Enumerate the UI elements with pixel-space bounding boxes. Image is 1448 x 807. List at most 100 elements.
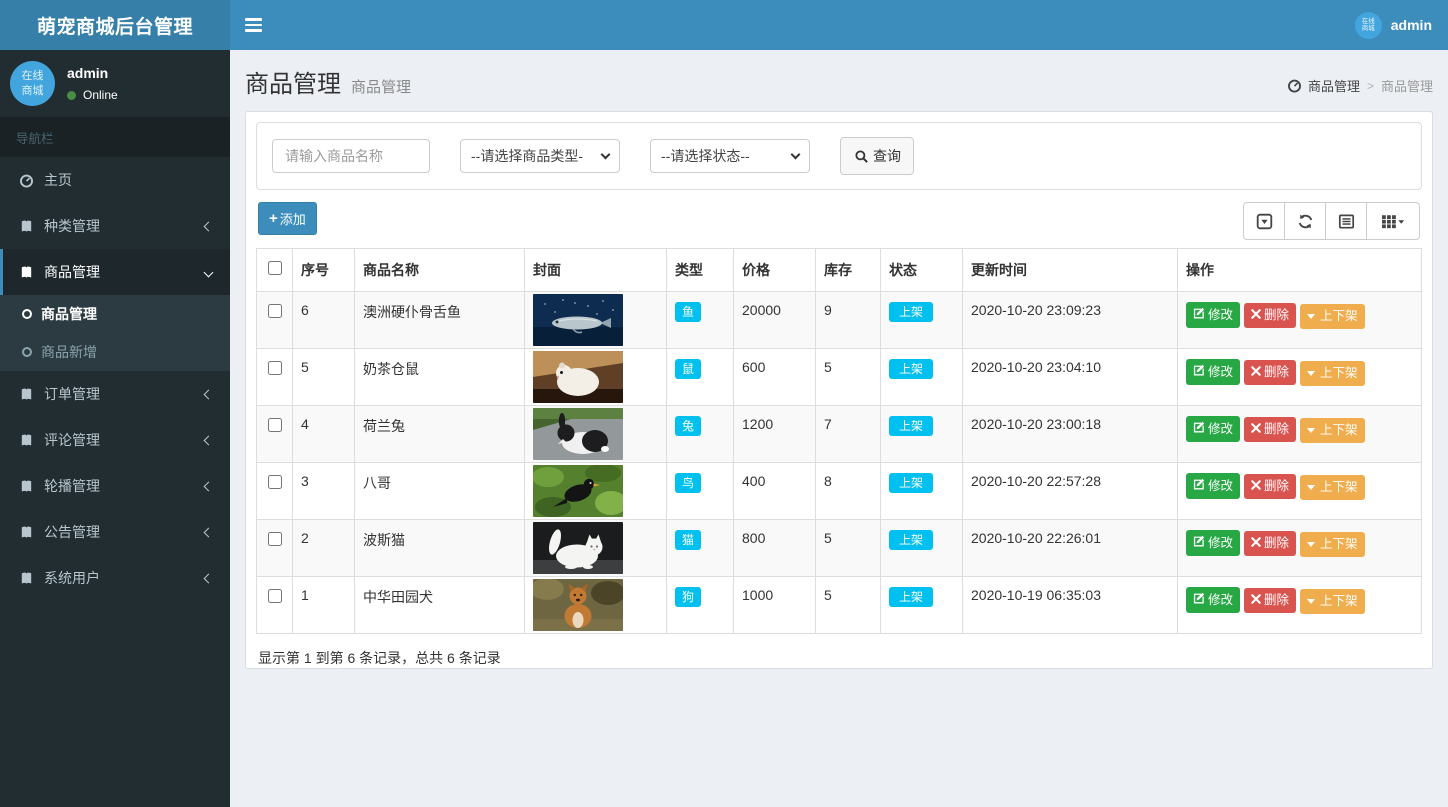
add-button[interactable]: + 添加: [258, 202, 317, 235]
sidebar-item[interactable]: 公告管理: [0, 509, 230, 555]
sidebar-item[interactable]: 轮播管理: [0, 463, 230, 509]
sidebar-item[interactable]: 主页: [0, 157, 230, 203]
product-type-select[interactable]: --请选择商品类型-: [460, 139, 620, 173]
price-cell: 600: [733, 348, 816, 406]
row-checkbox[interactable]: [267, 475, 282, 489]
table-row: 3 八哥鸟 400 8 上架 2020-10-20 22:57:28 修改 删除 上下架: [256, 462, 1422, 520]
sidebar-item-label: 种类管理: [44, 218, 100, 234]
toggle-shelf-button[interactable]: 上下架: [1300, 589, 1365, 614]
stock-cell: 9: [815, 291, 881, 349]
sidebar-subitem[interactable]: 商品新增: [0, 333, 230, 371]
edit-button[interactable]: 修改: [1186, 416, 1241, 442]
type-badge: 鸟: [675, 473, 702, 494]
avatar: 在线 商城: [1354, 11, 1382, 39]
cover-arowana-fish-image: [533, 294, 658, 346]
edit-button[interactable]: 修改: [1186, 302, 1241, 328]
main-content: 商品管理 商品管理 商品管理 > 商品管理 --请选择商品类型-: [230, 50, 1448, 807]
row-checkbox[interactable]: [267, 304, 282, 318]
delete-button[interactable]: 删除: [1244, 588, 1297, 613]
price-cell: 20000: [733, 291, 816, 349]
edit-icon: [1193, 592, 1205, 608]
row-checkbox[interactable]: [267, 532, 282, 546]
toggle-shelf-button[interactable]: 上下架: [1300, 361, 1365, 386]
updated-cell: 2020-10-20 23:09:23: [962, 291, 1178, 349]
actions-cell: 修改 删除 上下架: [1177, 348, 1422, 406]
column-header: 价格: [733, 248, 816, 292]
top-navbar: 在线 商城 admin: [230, 0, 1448, 50]
plus-icon: +: [269, 210, 278, 227]
cover-persian-cat-image: [533, 522, 658, 574]
status-badge: 上架: [889, 302, 934, 323]
delete-button[interactable]: 删除: [1244, 417, 1297, 442]
book-icon: [18, 524, 35, 540]
delete-button[interactable]: 删除: [1244, 474, 1297, 499]
columns-button[interactable]: [1366, 202, 1420, 240]
product-name-cell: 荷兰兔: [354, 405, 525, 463]
stock-cell: 5: [815, 519, 881, 577]
stock-cell: 7: [815, 405, 881, 463]
edit-button[interactable]: 修改: [1186, 587, 1241, 613]
edit-button[interactable]: 修改: [1186, 473, 1241, 499]
sidebar-item-label: 系统用户: [44, 570, 100, 586]
actions-cell: 修改 删除 上下架: [1177, 462, 1422, 520]
toggle-shelf-button[interactable]: 上下架: [1300, 418, 1365, 443]
stock-cell: 5: [815, 576, 881, 634]
caret-down-icon: [1307, 314, 1316, 319]
sidebar-toggle-button[interactable]: [230, 0, 276, 50]
sidebar-subitem[interactable]: 商品管理: [0, 295, 230, 333]
app-window: 萌宠商城后台管理 在线 商城 admin 在线 商城 admin Online: [0, 0, 1448, 807]
brand-logo: 萌宠商城后台管理: [0, 0, 230, 50]
sidebar-item[interactable]: 种类管理: [0, 203, 230, 249]
toggle-shelf-button[interactable]: 上下架: [1300, 532, 1365, 557]
actions-cell: 修改 删除 上下架: [1177, 291, 1422, 349]
product-name-input[interactable]: [272, 139, 430, 173]
cover-pastoral-dog-image: [533, 579, 658, 631]
delete-button[interactable]: 删除: [1244, 360, 1297, 385]
sidebar-item[interactable]: 评论管理: [0, 417, 230, 463]
toggle-shelf-button[interactable]: 上下架: [1300, 475, 1365, 500]
edit-icon: [1193, 307, 1205, 323]
sidebar-item[interactable]: 系统用户: [0, 555, 230, 601]
sidebar-item[interactable]: 商品管理 商品管理 商品新增: [0, 249, 230, 371]
delete-button[interactable]: 删除: [1244, 531, 1297, 556]
pagination-info: 显示第 1 到第 6 条记录，总共 6 条记录: [258, 650, 501, 666]
toggle-shelf-button[interactable]: 上下架: [1300, 304, 1365, 329]
status-badge: 上架: [889, 587, 934, 608]
actions-cell: 修改 删除 上下架: [1177, 519, 1422, 577]
delete-button[interactable]: 删除: [1244, 303, 1297, 328]
price-cell: 1200: [733, 405, 816, 463]
updated-cell: 2020-10-20 22:26:01: [962, 519, 1178, 577]
product-status-select[interactable]: --请选择状态--: [650, 139, 810, 173]
sidebar-item[interactable]: 订单管理: [0, 371, 230, 417]
user-menu[interactable]: 在线 商城 admin: [1339, 0, 1448, 50]
select-all-checkbox[interactable]: [267, 261, 282, 275]
table-row: 1 中华田园犬狗 1000 5 上架 2020-10-19 06:35:03 修改 删除 上下架: [256, 576, 1422, 634]
edit-button[interactable]: 修改: [1186, 530, 1241, 556]
book-icon: [18, 386, 35, 402]
toggle-view-button[interactable]: [1325, 202, 1367, 240]
row-checkbox[interactable]: [267, 361, 282, 375]
circle-icon: [22, 309, 32, 319]
actions-cell: 修改 删除 上下架: [1177, 405, 1422, 463]
type-badge: 鱼: [675, 302, 702, 323]
paging-toggle-button[interactable]: [1243, 202, 1285, 240]
page-subtitle: 商品管理: [351, 79, 412, 96]
row-checkbox[interactable]: [267, 589, 282, 603]
breadcrumb: 商品管理 > 商品管理: [1286, 76, 1433, 95]
breadcrumb-root-link[interactable]: 商品管理: [1286, 76, 1360, 95]
search-button[interactable]: 查询: [840, 137, 914, 175]
stock-cell: 8: [815, 462, 881, 520]
product-id-cell: 5: [292, 348, 355, 406]
sidebar-item-label: 公告管理: [44, 524, 100, 540]
refresh-button[interactable]: [1284, 202, 1326, 240]
edit-icon: [1193, 364, 1205, 380]
cover-dutch-rabbit-image: [533, 408, 658, 460]
caret-square-down-icon: [1256, 213, 1272, 229]
column-header: 库存: [815, 248, 881, 292]
row-checkbox[interactable]: [267, 418, 282, 432]
product-name-cell: 中华田园犬: [354, 576, 525, 634]
edit-button[interactable]: 修改: [1186, 359, 1241, 385]
product-id-cell: 6: [292, 291, 355, 349]
table-toolbar: + 添加: [258, 202, 1420, 240]
sidebar-item-label: 评论管理: [44, 432, 100, 448]
